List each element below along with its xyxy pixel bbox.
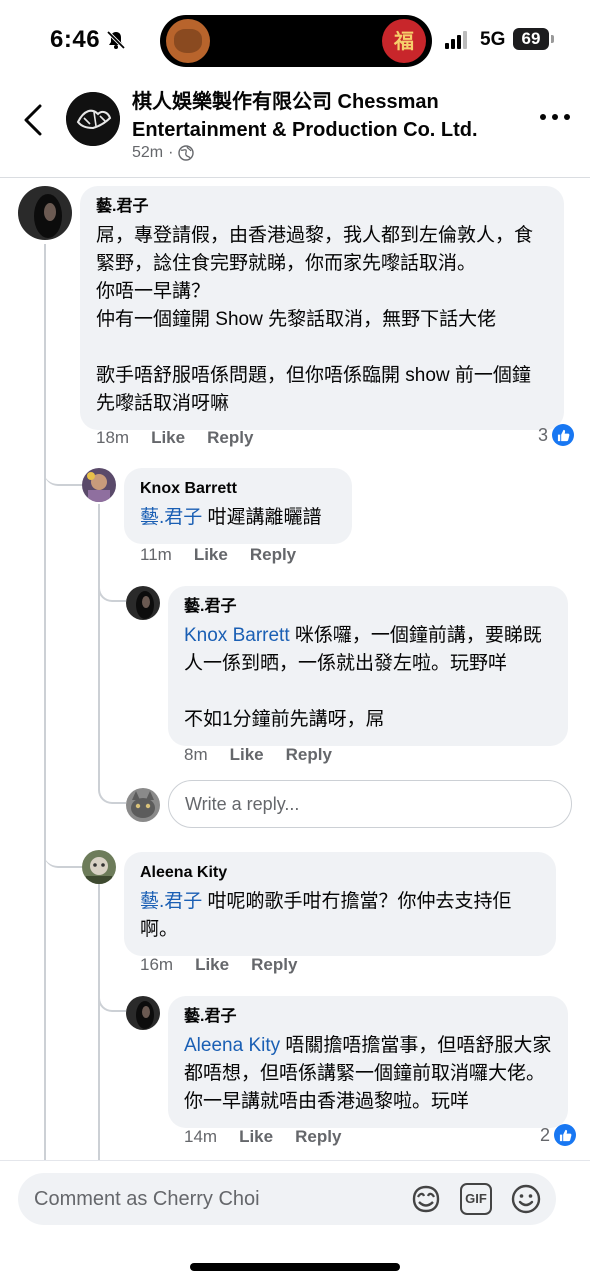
page-name[interactable]: 棋人娛樂製作有限公司 Chessman Entertainment & Prod…	[132, 88, 512, 144]
mention-link[interactable]: Knox Barrett	[184, 625, 290, 646]
reaction-count: 3	[538, 424, 549, 445]
home-indicator[interactable]	[190, 1263, 400, 1271]
status-time: 6:46	[50, 26, 101, 53]
reply-actions: 11m Like Reply	[140, 545, 296, 565]
reply-text: Aleena Kity 唔關擔唔擔當事，但唔舒服大家都唔想，但唔係講緊一個鐘前取…	[184, 1035, 552, 1112]
like-button[interactable]: Like	[230, 745, 264, 765]
page-avatar[interactable]	[66, 92, 120, 146]
more-icon[interactable]	[540, 114, 570, 122]
reply-text: Knox Barrett 咪係囉，一個鐘前講，要睇既人一係到晒，一係就出發左啦。…	[184, 625, 542, 730]
thread-connector	[98, 970, 126, 1012]
meta-separator: ·	[168, 144, 174, 161]
like-button[interactable]: Like	[151, 428, 185, 448]
post-header: 棋人娛樂製作有限公司 Chessman Entertainment & Prod…	[0, 80, 590, 178]
reaction-summary[interactable]: 2	[540, 1124, 577, 1146]
comment-composer: Comment as Cherry Choi GIF	[0, 1160, 590, 1280]
comment-actions: 18m Like Reply	[96, 428, 253, 448]
reply-button[interactable]: Reply	[251, 955, 297, 975]
commenter-avatar[interactable]	[126, 586, 160, 620]
status-bar: 6:46 福 5G 69	[0, 0, 590, 80]
commenter-avatar[interactable]	[126, 996, 160, 1030]
comment-text: 藝.君子 咁呢啲歌手咁冇擔當？你仲去支持佢啊。	[140, 891, 512, 940]
reply-button[interactable]: Reply	[286, 745, 332, 765]
comment-actions: 16m Like Reply	[140, 955, 297, 975]
dynamic-island: 福	[160, 15, 432, 67]
reply-author[interactable]: 藝.君子	[184, 1006, 552, 1028]
thread-line-main	[44, 244, 46, 1160]
comment-text: 屌，專登請假，由香港過黎，我人都到左倫敦人，食緊野，諗住食完野就睇，你而家先嚟話…	[96, 225, 534, 414]
thread-line-sub	[98, 504, 100, 790]
thread-connector	[98, 560, 126, 602]
globe-icon	[178, 145, 195, 161]
thread-connector	[44, 822, 82, 868]
like-button[interactable]: Like	[195, 955, 229, 975]
reply-actions: 14m Like Reply	[184, 1127, 341, 1147]
commenter-avatar[interactable]	[18, 186, 72, 240]
thumbs-up-icon	[554, 1124, 577, 1146]
like-button[interactable]: Like	[194, 545, 228, 565]
capybara-icon	[166, 19, 210, 63]
reply-bubble: Knox Barrett 藝.君子 咁遲講離曬譜	[124, 468, 352, 544]
thumbs-up-icon	[552, 424, 575, 446]
mention-link[interactable]: 藝.君子	[140, 891, 202, 912]
network-type: 5G	[480, 29, 506, 50]
reply-actions: 8m Like Reply	[184, 745, 332, 765]
reaction-count: 2	[540, 1124, 551, 1145]
thread-connector	[98, 760, 126, 804]
comment-time[interactable]: 16m	[140, 955, 173, 975]
comment-placeholder: Comment as Cherry Choi	[34, 1188, 260, 1210]
reply-button[interactable]: Reply	[250, 545, 296, 565]
reply-time[interactable]: 14m	[184, 1127, 217, 1147]
thread-connector	[44, 440, 82, 486]
reaction-summary[interactable]: 3	[538, 424, 575, 446]
reply-author[interactable]: 藝.君子	[184, 596, 552, 618]
reply-bubble: 藝.君子 Aleena Kity 唔關擔唔擔當事，但唔舒服大家都唔想，但唔係講緊…	[168, 996, 568, 1128]
comment-time[interactable]: 18m	[96, 428, 129, 448]
reply-input[interactable]: Write a reply...	[168, 780, 572, 828]
current-user-avatar	[126, 788, 160, 822]
signal-icon	[445, 31, 469, 49]
battery-indicator: 69	[513, 28, 549, 50]
emoji-icon[interactable]	[510, 1183, 542, 1215]
avatar-sticker-icon[interactable]	[410, 1183, 442, 1215]
thread-line-sub	[98, 884, 100, 1160]
reply-button[interactable]: Reply	[207, 428, 253, 448]
commenter-avatar[interactable]	[82, 468, 116, 502]
reply-text: 藝.君子 咁遲講離曬譜	[140, 507, 322, 528]
commenter-avatar[interactable]	[82, 850, 116, 884]
fu-icon: 福	[382, 19, 426, 63]
reply-author[interactable]: Knox Barrett	[140, 478, 336, 500]
reply-time[interactable]: 8m	[184, 745, 208, 765]
mention-link[interactable]: 藝.君子	[140, 507, 202, 528]
comment-bubble: 藝.君子 屌，專登請假，由香港過黎，我人都到左倫敦人，食緊野，諗住食完野就睇，你…	[80, 186, 564, 430]
reply-button[interactable]: Reply	[295, 1127, 341, 1147]
mention-link[interactable]: Aleena Kity	[184, 1035, 280, 1056]
comment-author[interactable]: Aleena Kity	[140, 862, 540, 884]
reply-time[interactable]: 11m	[140, 545, 172, 565]
post-meta: 52m ·	[132, 144, 195, 162]
post-time[interactable]: 52m	[132, 144, 163, 162]
comment-input[interactable]: Comment as Cherry Choi GIF	[18, 1173, 556, 1225]
battery-nub	[551, 35, 554, 43]
reply-bubble: 藝.君子 Knox Barrett 咪係囉，一個鐘前講，要睇既人一係到晒，一係就…	[168, 586, 568, 746]
comment-author[interactable]: 藝.君子	[96, 196, 548, 218]
gif-icon[interactable]: GIF	[460, 1183, 492, 1215]
bell-off-icon	[106, 30, 126, 50]
back-chevron-icon[interactable]	[18, 100, 46, 140]
like-button[interactable]: Like	[239, 1127, 273, 1147]
comment-bubble: Aleena Kity 藝.君子 咁呢啲歌手咁冇擔當？你仲去支持佢啊。	[124, 852, 556, 956]
